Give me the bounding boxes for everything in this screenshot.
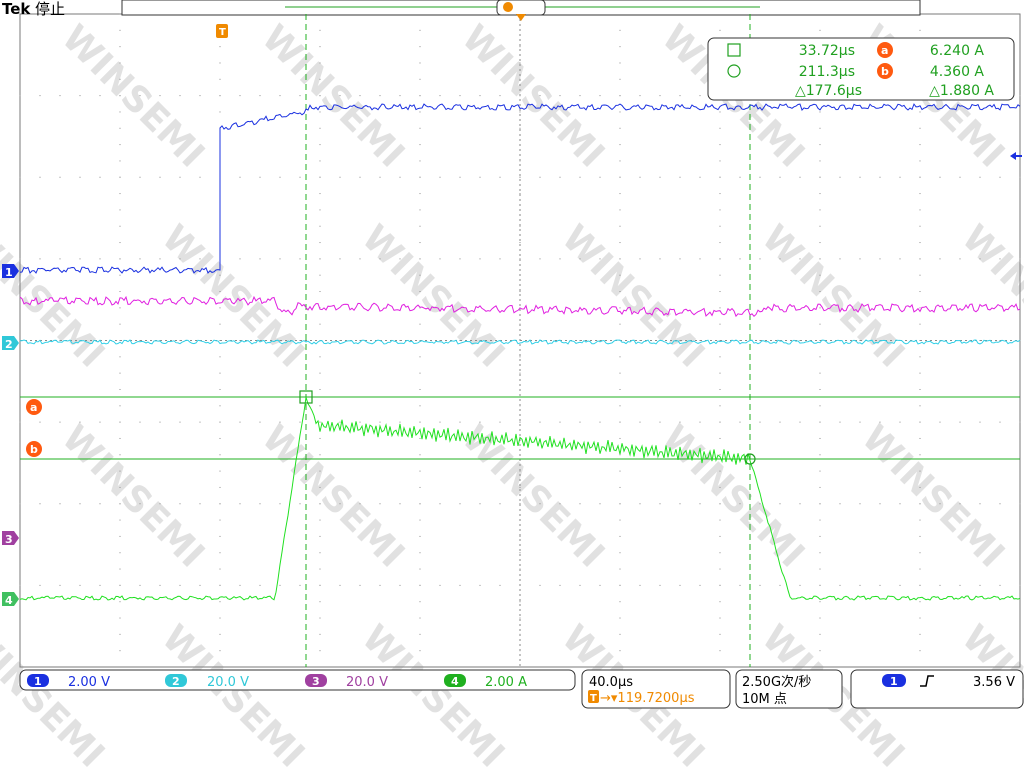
watermark-text: WINSEMI (54, 17, 212, 175)
trigger-panel[interactable]: 1 3.56 V (850, 669, 1024, 709)
trigger-arrow-icon (516, 14, 526, 21)
svg-text:20.0 V: 20.0 V (207, 675, 249, 690)
record-view-bar[interactable] (121, 0, 921, 16)
watermark-text: WINSEMI (454, 17, 612, 175)
acquisition-panel[interactable]: 2.50G次/秒 10M 点 (735, 669, 843, 709)
watermark-text: WINSEMI (354, 617, 512, 768)
delta-value: △1.880 A (929, 83, 994, 99)
channel-4-scale: 4 2.00 A (444, 674, 527, 690)
watermark-text: WINSEMI (954, 217, 1024, 375)
watermark-text: WINSEMI (354, 217, 512, 375)
watermark-text: WINSEMI (654, 417, 812, 575)
svg-text:1: 1 (5, 266, 13, 279)
watermark-layer: WINSEMI WINSEMI WINSEMI WINSEMI WINSEMI WINSE… (0, 17, 1024, 768)
channel-2-ground-marker[interactable]: 2 (2, 336, 19, 351)
oscilloscope-screen: WINSEMI WINSEMI WINSEMI WINSEMI WINSEMI WINSE… (0, 0, 1024, 768)
svg-text:a: a (881, 44, 888, 57)
cursor-b-value: 4.360 A (930, 64, 985, 80)
cursor-2-time: 211.3µs (799, 64, 855, 80)
svg-text:b: b (881, 65, 889, 78)
watermark-text: WINSEMI (454, 417, 612, 575)
svg-text:20.0 V: 20.0 V (346, 675, 388, 690)
svg-text:3: 3 (5, 533, 13, 546)
svg-text:2.00 A: 2.00 A (485, 675, 527, 690)
cursor-a-value: 6.240 A (930, 43, 985, 59)
channel-scale-panel[interactable]: 1 2.00 V 2 20.0 V 3 20.0 V 4 2.00 A (19, 669, 576, 691)
svg-text:4: 4 (451, 675, 459, 688)
watermark-text: WINSEMI (854, 417, 1012, 575)
cursor-a-marker[interactable]: a (26, 399, 42, 415)
sample-rate: 2.50G次/秒 (742, 674, 811, 690)
watermark-text: WINSEMI (754, 217, 912, 375)
channel-3-scale: 3 20.0 V (305, 674, 388, 690)
svg-text:2: 2 (172, 675, 180, 688)
trigger-level: 3.56 V (973, 675, 1015, 690)
channel-4-ground-marker[interactable]: 4 (2, 592, 19, 607)
channel-1-scale: 1 2.00 V (27, 674, 110, 690)
reference-arrow-icon (1010, 152, 1016, 160)
svg-text:b: b (30, 443, 38, 456)
svg-text:1: 1 (34, 675, 42, 688)
timebase-panel[interactable]: 40.0µs T →▾119.7200µs (581, 669, 731, 709)
svg-text:T: T (219, 27, 226, 38)
brand-logo: Tek (2, 0, 31, 18)
watermark-text: WINSEMI (54, 417, 212, 575)
channel-3-ground-marker[interactable]: 3 (2, 531, 19, 546)
watermark-text: WINSEMI (254, 17, 412, 175)
svg-text:a: a (30, 401, 37, 414)
horizontal-scale: 40.0µs (589, 675, 633, 690)
cursor-1-time: 33.72µs (799, 43, 855, 59)
watermark-text: WINSEMI (554, 217, 712, 375)
watermark-text: WINSEMI (154, 217, 312, 375)
watermark-text: WINSEMI (254, 417, 412, 575)
channel-2-scale: 2 20.0 V (165, 674, 249, 690)
watermark-text: WINSEMI (0, 217, 112, 375)
svg-text:2: 2 (5, 338, 13, 351)
acquisition-status: 停止 (35, 0, 65, 18)
svg-text:4: 4 (5, 594, 13, 607)
trigger-source: 1 (890, 675, 898, 688)
watermark-text: WINSEMI (0, 617, 112, 768)
svg-text:T: T (590, 693, 597, 704)
record-length: 10M 点 (742, 692, 787, 707)
cursor-readout-panel: 33.72µs 211.3µs △177.6µs a b 6.240 A 4.3… (707, 37, 1015, 101)
trigger-position: →▾119.7200µs (600, 691, 695, 706)
svg-text:2.00 V: 2.00 V (68, 675, 110, 690)
delta-time: △177.6µs (795, 83, 862, 99)
watermark-text: WINSEMI (154, 617, 312, 768)
cursor-b-marker[interactable]: b (26, 441, 42, 457)
svg-text:3: 3 (312, 675, 320, 688)
trigger-position-marker[interactable]: T (216, 24, 228, 38)
